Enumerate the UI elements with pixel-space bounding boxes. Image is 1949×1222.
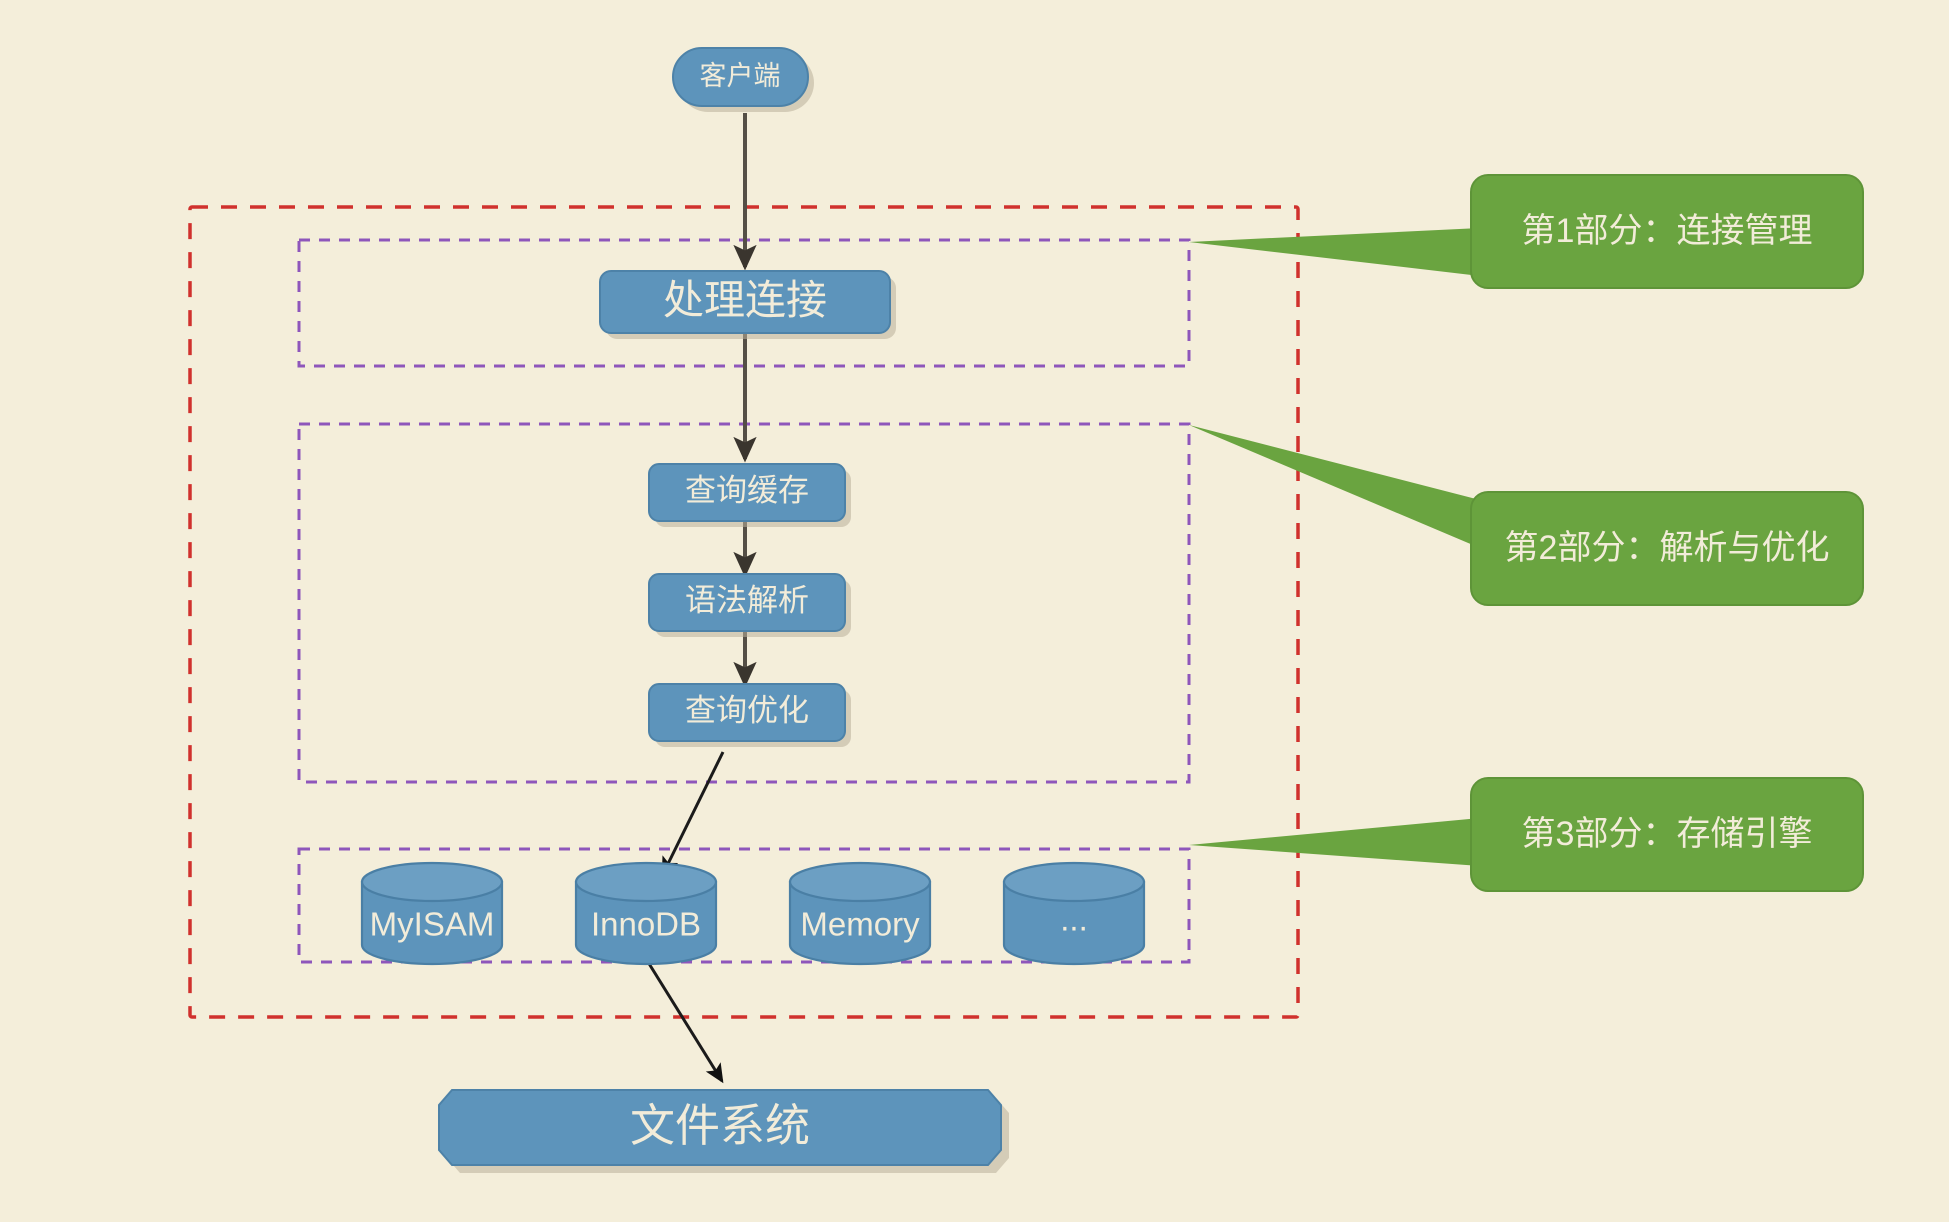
node-client[interactable]: 客户端: [672, 47, 814, 112]
callout-part1[interactable]: 第1部分：连接管理: [1470, 174, 1864, 289]
arrow-optimize-to-innodb: [661, 751, 725, 877]
callout-part2[interactable]: 第2部分：解析与优化: [1470, 491, 1864, 606]
mysql-architecture-diagram: 第1部分：连接管理 第2部分：解析与优化 第3部分：存储引擎 客户端 处理连接 …: [0, 0, 1949, 1222]
storage-engine-myisam-label: MyISAM: [370, 906, 495, 943]
storage-engine-innodb-label: InnoDB: [591, 906, 701, 943]
callout-tail-part2: [1189, 425, 1480, 548]
callout-part3-label: 第3部分：存储引擎: [1522, 815, 1813, 853]
node-client-label: 客户端: [700, 61, 781, 91]
node-file-system-label: 文件系统: [630, 1100, 810, 1151]
arrow-innodb-to-filesystem: [646, 961, 724, 1084]
storage-engine-more-label: ...: [1060, 901, 1088, 938]
storage-engine-more[interactable]: ...: [1002, 861, 1146, 966]
storage-engine-innodb[interactable]: InnoDB: [574, 861, 718, 966]
node-syntax-parse[interactable]: 语法解析: [648, 573, 851, 637]
callout-part1-label: 第1部分：连接管理: [1522, 212, 1813, 250]
node-query-optimize[interactable]: 查询优化: [648, 683, 851, 747]
node-query-cache[interactable]: 查询缓存: [648, 463, 851, 527]
callout-part3[interactable]: 第3部分：存储引擎: [1470, 777, 1864, 892]
node-file-system[interactable]: 文件系统: [438, 1089, 1009, 1173]
callout-tail-part1: [1189, 228, 1480, 276]
callout-tail-part3: [1189, 818, 1480, 866]
node-handle-connection[interactable]: 处理连接: [599, 270, 896, 339]
node-query-optimize-label: 查询优化: [685, 693, 809, 728]
callout-part2-label: 第2部分：解析与优化: [1505, 529, 1830, 567]
node-query-cache-label: 查询缓存: [685, 473, 809, 508]
storage-engine-memory[interactable]: Memory: [788, 861, 932, 966]
storage-engine-myisam[interactable]: MyISAM: [360, 861, 504, 966]
callout-tails: [1189, 228, 1480, 866]
node-syntax-parse-label: 语法解析: [685, 583, 809, 618]
storage-engine-memory-label: Memory: [800, 906, 920, 943]
node-handle-connection-label: 处理连接: [663, 277, 827, 323]
